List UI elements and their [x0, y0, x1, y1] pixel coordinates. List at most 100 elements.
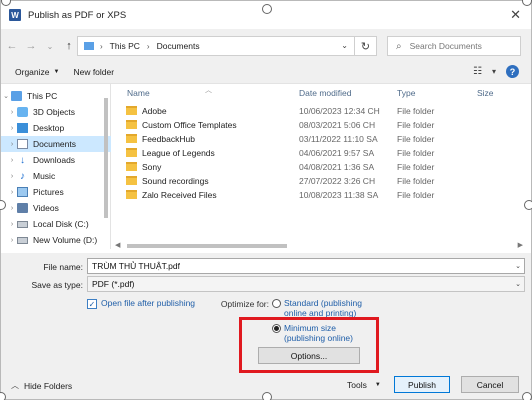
sidebar-item-local-disk-c[interactable]: › Local Disk (C:)	[1, 216, 111, 232]
file-name: Sound recordings	[142, 176, 209, 186]
sidebar-item-downloads[interactable]: › ↓ Downloads	[1, 152, 111, 168]
sidebar-item-label: New Volume (D:)	[33, 235, 98, 245]
cube-icon	[17, 107, 28, 117]
table-row[interactable]: Adobe 10/06/2023 12:34 CH File folder	[115, 104, 531, 118]
folder-icon	[126, 148, 137, 157]
sidebar-item-new-volume-d[interactable]: › New Volume (D:)	[1, 232, 111, 248]
resize-handle[interactable]	[262, 392, 272, 400]
disk-icon	[17, 220, 28, 228]
scrollbar-thumb[interactable]	[104, 98, 108, 218]
folder-icon	[126, 106, 137, 115]
new-folder-button[interactable]: New folder	[73, 67, 114, 77]
sidebar-scrollbar[interactable]	[102, 88, 110, 218]
caret-down-icon[interactable]: ▾	[492, 67, 496, 76]
search-icon: ⌕	[396, 40, 402, 52]
cancel-button[interactable]: Cancel	[461, 376, 519, 393]
file-name: FeedbackHub	[142, 134, 195, 144]
sidebar-item-documents[interactable]: › Documents	[1, 136, 111, 152]
help-icon[interactable]: ?	[506, 65, 519, 78]
hide-folders-button[interactable]: ︿ Hide Folders	[11, 380, 72, 391]
expand-right-icon[interactable]: ›	[7, 173, 17, 180]
breadcrumb-documents[interactable]: Documents	[157, 41, 200, 51]
publish-button[interactable]: Publish	[394, 376, 450, 393]
open-after-publishing-label[interactable]: Open file after publishing	[101, 298, 195, 308]
close-icon[interactable]: ✕	[510, 7, 521, 23]
sidebar-item-videos[interactable]: › Videos	[1, 200, 111, 216]
radio-standard[interactable]: Standard (publishing online and printing…	[272, 298, 362, 318]
radio-standard-label[interactable]: Standard (publishing online and printing…	[284, 298, 362, 318]
column-header-name[interactable]: Name	[127, 88, 150, 98]
music-icon: ♪	[20, 170, 25, 182]
expand-right-icon[interactable]: ›	[7, 205, 17, 212]
organize-label: Organize	[15, 67, 50, 77]
forward-arrow-icon[interactable]: →	[23, 38, 39, 54]
table-row[interactable]: Sony 04/08/2021 1:36 SA File folder	[115, 160, 531, 174]
highlight-box	[239, 317, 379, 373]
save-type-select[interactable]: PDF (*.pdf) ⌄	[87, 276, 525, 292]
file-date: 10/06/2023 12:34 CH	[299, 106, 380, 116]
open-after-publishing-checkbox[interactable]: ✓ Open file after publishing	[87, 298, 195, 309]
navigation-pane: ⌄ This PC › 3D Objects › Desktop › Docum…	[1, 84, 111, 249]
expand-right-icon[interactable]: ›	[7, 189, 17, 196]
expand-right-icon[interactable]: ›	[7, 109, 17, 116]
recent-locations-icon[interactable]: ⌄	[42, 38, 58, 54]
browser-pane: ⌄ This PC › 3D Objects › Desktop › Docum…	[1, 83, 531, 253]
sidebar-item-label: This PC	[27, 91, 58, 101]
up-arrow-icon[interactable]: ↑	[61, 38, 77, 54]
sidebar-item-pictures[interactable]: › Pictures	[1, 184, 111, 200]
column-header-date[interactable]: Date modified	[299, 88, 351, 98]
back-arrow-icon[interactable]: ←	[4, 38, 20, 54]
folder-icon	[126, 134, 137, 143]
search-input[interactable]: ⌕ Search Documents	[387, 36, 521, 56]
view-options-icon[interactable]: ☷	[473, 66, 482, 77]
chevron-right-icon: ›	[146, 41, 150, 51]
hide-folders-label: Hide Folders	[24, 380, 73, 391]
sidebar-item-music[interactable]: › ♪ Music	[1, 168, 111, 184]
sidebar-item-desktop[interactable]: › Desktop	[1, 120, 111, 136]
file-type: File folder	[397, 106, 435, 116]
table-row[interactable]: Custom Office Templates 08/03/2021 5:06 …	[115, 118, 531, 132]
table-row[interactable]: Zalo Received Files 10/08/2023 11:38 SA …	[115, 188, 531, 202]
radio-button-icon[interactable]	[272, 299, 281, 308]
expand-right-icon[interactable]: ›	[7, 237, 17, 244]
chevron-down-icon[interactable]: ⌄	[515, 280, 521, 288]
sidebar-item-this-pc[interactable]: ⌄ This PC	[1, 88, 111, 104]
expand-right-icon[interactable]: ›	[7, 221, 17, 228]
resize-handle[interactable]	[522, 392, 532, 400]
checkmark-icon[interactable]: ✓	[87, 299, 97, 309]
file-name-value: TRÙM THỦ THUẬT.pdf	[92, 261, 181, 271]
horizontal-scrollbar[interactable]: ◀ ▶	[115, 241, 523, 251]
file-name: Zalo Received Files	[142, 190, 217, 200]
disk-icon	[17, 236, 28, 244]
resize-handle[interactable]	[0, 392, 6, 400]
expand-right-icon[interactable]: ›	[7, 125, 17, 132]
optimize-for-label: Optimize for:	[220, 299, 269, 309]
address-bar[interactable]: › This PC › Documents ⌄ ↻	[77, 36, 377, 56]
scroll-right-icon[interactable]: ▶	[518, 241, 523, 249]
file-date: 03/11/2022 11:10 SA	[299, 134, 378, 144]
scroll-left-icon[interactable]: ◀	[115, 241, 120, 249]
resize-handle[interactable]	[262, 4, 272, 14]
expand-right-icon[interactable]: ›	[7, 157, 17, 164]
folder-icon	[126, 176, 137, 185]
file-type: File folder	[397, 134, 435, 144]
refresh-icon[interactable]: ↻	[354, 36, 376, 56]
table-row[interactable]: Sound recordings 27/07/2022 3:26 CH File…	[115, 174, 531, 188]
sidebar-item-3d-objects[interactable]: › 3D Objects	[1, 104, 111, 120]
table-row[interactable]: FeedbackHub 03/11/2022 11:10 SA File fol…	[115, 132, 531, 146]
column-header-size[interactable]: Size	[477, 88, 494, 98]
table-row[interactable]: League of Legends 04/06/2021 9:57 SA Fil…	[115, 146, 531, 160]
breadcrumb-this-pc[interactable]: This PC	[110, 41, 140, 51]
expand-down-icon[interactable]: ⌄	[1, 92, 11, 100]
organize-button[interactable]: Organize ▼	[15, 67, 59, 77]
chevron-down-icon[interactable]: ⌄	[515, 262, 521, 270]
scrollbar-thumb[interactable]	[127, 244, 287, 248]
file-type: File folder	[397, 162, 435, 172]
file-name-field[interactable]: TRÙM THỦ THUẬT.pdf ⌄	[87, 258, 525, 274]
tools-dropdown[interactable]: Tools ▼	[347, 380, 381, 390]
column-header-type[interactable]: Type	[397, 88, 415, 98]
expand-right-icon[interactable]: ›	[7, 141, 17, 148]
command-bar: Organize ▼ New folder ☷ ▾ ?	[1, 61, 531, 83]
resize-handle[interactable]	[524, 200, 532, 210]
chevron-down-icon[interactable]: ⌄	[341, 41, 348, 50]
